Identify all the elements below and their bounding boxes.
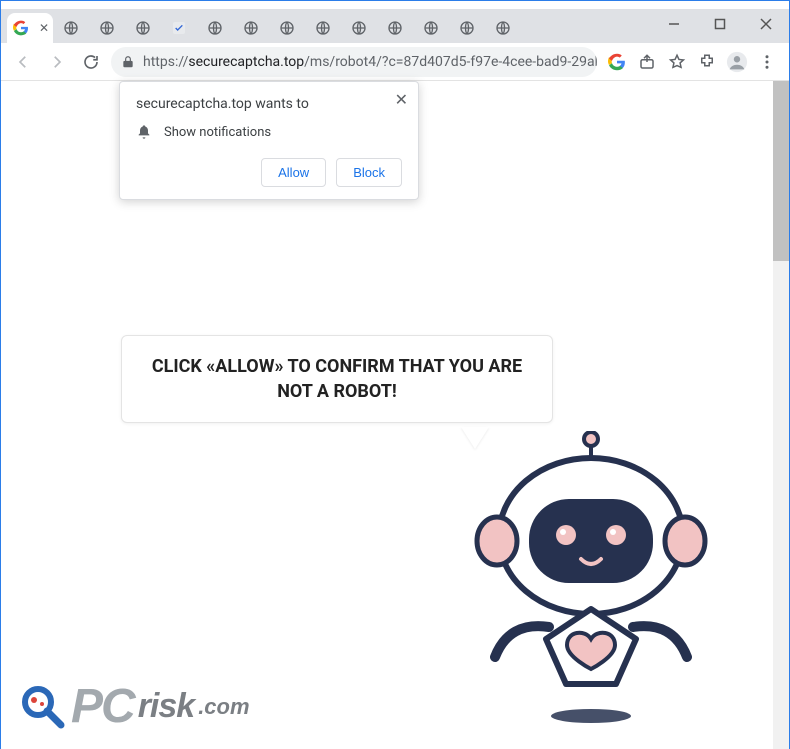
block-button[interactable]: Block bbox=[336, 158, 402, 187]
vertical-scrollbar[interactable] bbox=[773, 81, 789, 749]
dialog-close-icon[interactable]: ✕ bbox=[395, 90, 408, 109]
browser-toolbar: https://securecaptcha.top/ms/robot4/?c=8… bbox=[1, 43, 789, 81]
globe-icon bbox=[315, 20, 331, 36]
globe-icon bbox=[99, 20, 115, 36]
globe-icon bbox=[135, 20, 151, 36]
tab[interactable] bbox=[341, 13, 377, 43]
watermark-pc: PC bbox=[71, 679, 134, 734]
app-icon bbox=[171, 20, 187, 36]
globe-icon bbox=[459, 20, 475, 36]
bookmark-star-icon[interactable] bbox=[663, 48, 691, 76]
permission-row: Show notifications bbox=[136, 124, 402, 140]
magnifier-icon bbox=[19, 683, 67, 731]
watermark-logo: PC risk .com bbox=[19, 679, 250, 734]
globe-icon bbox=[423, 20, 439, 36]
tab[interactable] bbox=[125, 13, 161, 43]
window-close-button[interactable] bbox=[743, 9, 789, 39]
window-titlebar bbox=[1, 1, 789, 9]
address-bar[interactable]: https://securecaptcha.top/ms/robot4/?c=8… bbox=[111, 47, 597, 77]
toolbar-right bbox=[603, 48, 781, 76]
tab[interactable] bbox=[233, 13, 269, 43]
globe-icon bbox=[279, 20, 295, 36]
window-controls bbox=[651, 9, 789, 39]
allow-button[interactable]: Allow bbox=[261, 158, 326, 187]
url-scheme: https:// bbox=[143, 54, 188, 70]
tab[interactable] bbox=[449, 13, 485, 43]
globe-icon bbox=[243, 20, 259, 36]
tab[interactable] bbox=[161, 13, 197, 43]
back-button[interactable] bbox=[9, 48, 37, 76]
speech-bubble: CLICK «ALLOW» TO CONFIRM THAT YOU ARE NO… bbox=[121, 335, 553, 423]
tab[interactable] bbox=[377, 13, 413, 43]
globe-icon bbox=[387, 20, 403, 36]
reload-button[interactable] bbox=[77, 48, 105, 76]
profile-avatar-icon[interactable] bbox=[723, 48, 751, 76]
extension-icon[interactable] bbox=[693, 48, 721, 76]
tab-close-icon[interactable]: ✕ bbox=[37, 21, 51, 35]
globe-icon bbox=[495, 20, 511, 36]
globe-icon bbox=[351, 20, 367, 36]
bell-icon bbox=[136, 124, 152, 140]
tab[interactable] bbox=[413, 13, 449, 43]
share-icon[interactable] bbox=[633, 48, 661, 76]
notification-permission-dialog: ✕ securecaptcha.top wants to Show notifi… bbox=[119, 81, 419, 200]
globe-icon bbox=[207, 20, 223, 36]
tab[interactable] bbox=[269, 13, 305, 43]
bubble-text: CLICK «ALLOW» TO CONFIRM THAT YOU ARE NO… bbox=[144, 354, 530, 404]
maximize-button[interactable] bbox=[697, 9, 743, 39]
minimize-button[interactable] bbox=[651, 9, 697, 39]
permission-label: Show notifications bbox=[164, 125, 271, 140]
url-path: /ms/robot4/?c=87d407d5-f97e-4cee-bad9-29… bbox=[304, 54, 597, 70]
url-host: securecaptcha.top bbox=[188, 54, 304, 70]
watermark-dotcom: .com bbox=[198, 694, 249, 720]
google-favicon-icon bbox=[13, 20, 29, 36]
dialog-title: securecaptcha.top wants to bbox=[136, 96, 402, 112]
tab-active[interactable]: ✕ bbox=[7, 13, 53, 43]
kebab-menu-icon[interactable] bbox=[753, 48, 781, 76]
tab[interactable] bbox=[305, 13, 341, 43]
tab[interactable] bbox=[53, 13, 89, 43]
globe-icon bbox=[63, 20, 79, 36]
tab-strip: ✕ bbox=[1, 9, 789, 43]
lock-icon bbox=[121, 55, 135, 69]
google-shortcut-icon[interactable] bbox=[603, 48, 631, 76]
tab[interactable] bbox=[89, 13, 125, 43]
tab[interactable] bbox=[197, 13, 233, 43]
scrollbar-thumb[interactable] bbox=[773, 81, 789, 261]
tab[interactable] bbox=[485, 13, 521, 43]
forward-button[interactable] bbox=[43, 48, 71, 76]
url-text: https://securecaptcha.top/ms/robot4/?c=8… bbox=[143, 54, 597, 70]
robot-illustration bbox=[431, 431, 751, 731]
page-viewport: ✕ securecaptcha.top wants to Show notifi… bbox=[1, 81, 789, 749]
watermark-risk: risk bbox=[138, 687, 195, 726]
